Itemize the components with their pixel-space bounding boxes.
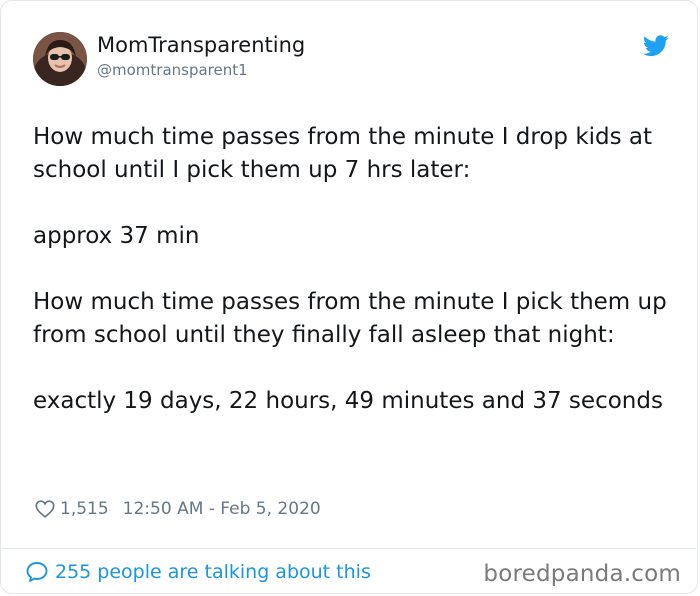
profile-photo-icon [33, 32, 87, 86]
author-name[interactable]: MomTransparenting [97, 33, 305, 57]
tweet-meta: 1,515 12:50 AM - Feb 5, 2020 [34, 497, 321, 521]
divider [2, 548, 696, 549]
speech-bubble-icon [26, 562, 48, 582]
tweet-paragraph: How much time passes from the minute I p… [33, 289, 667, 348]
talking-label: 255 people are talking about this [55, 561, 371, 583]
timestamp[interactable]: 12:50 AM - Feb 5, 2020 [123, 499, 321, 519]
tweet-paragraph: approx 37 min [33, 223, 200, 249]
like-count[interactable]: 1,515 [60, 499, 109, 519]
avatar[interactable] [33, 32, 87, 86]
tweet-text: How much time passes from the minute I d… [33, 121, 673, 451]
tweet-paragraph: How much time passes from the minute I d… [33, 124, 653, 183]
tweet-paragraph: exactly 19 days, 22 hours, 49 minutes an… [33, 388, 663, 414]
talking-link[interactable]: 255 people are talking about this [25, 560, 371, 584]
watermark: boredpanda.com [483, 561, 681, 587]
tweet-card: MomTransparenting @momtransparent1 How m… [0, 0, 698, 594]
twitter-bird-icon[interactable] [643, 35, 669, 57]
heart-icon[interactable] [34, 498, 56, 520]
author-handle[interactable]: @momtransparent1 [97, 61, 248, 79]
